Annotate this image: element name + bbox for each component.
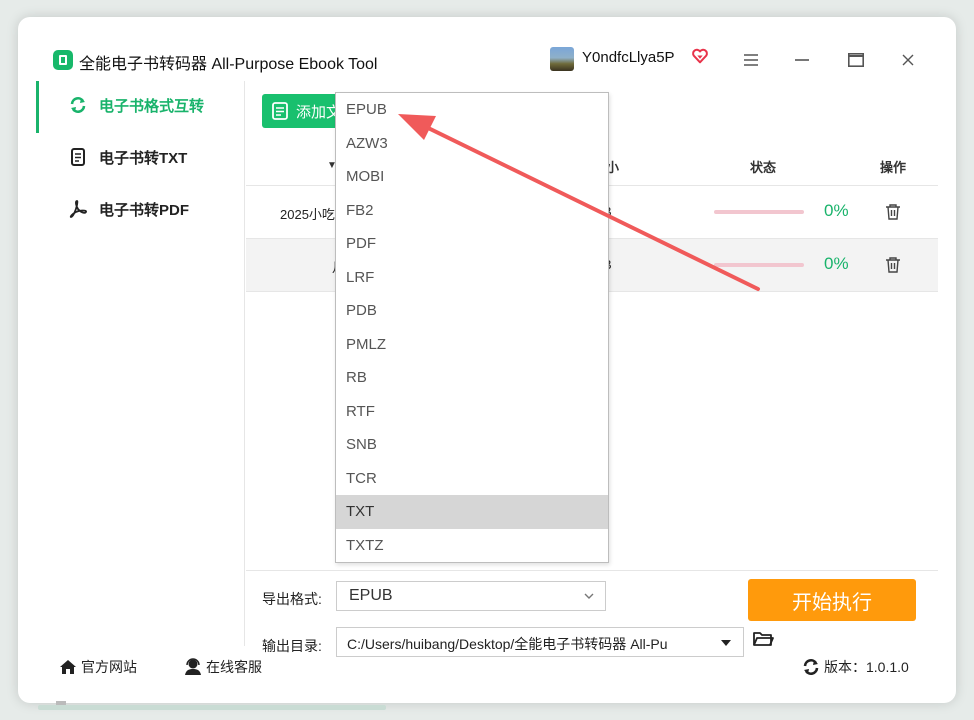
format-option[interactable]: TCR	[336, 462, 608, 496]
format-option[interactable]: PMLZ	[336, 328, 608, 362]
format-option-highlighted[interactable]: TXT	[336, 495, 608, 529]
column-action: 操作	[880, 160, 907, 175]
format-option[interactable]: PDB	[336, 294, 608, 328]
document-icon	[68, 147, 88, 167]
minimize-icon	[795, 59, 809, 61]
file-name: 2025小吃	[280, 207, 335, 222]
menu-button[interactable]	[740, 49, 762, 71]
delete-icon[interactable]	[885, 256, 901, 274]
support-label: 在线客服	[206, 659, 262, 675]
title-bar: 全能电子书转码器 All-Purpose Ebook Tool Y0ndfcLl…	[18, 17, 956, 81]
version-label: 版本：1.0.1.0	[824, 659, 909, 675]
format-select[interactable]: EPUB	[336, 581, 606, 611]
refresh-icon	[68, 95, 88, 115]
sidebar-item-to-txt[interactable]: 电子书转TXT	[36, 133, 244, 181]
website-label: 官方网站	[81, 659, 137, 675]
progress-percent: 0%	[824, 201, 849, 220]
update-icon	[802, 658, 820, 676]
format-option[interactable]: PDF	[336, 227, 608, 261]
user-name[interactable]: Y0ndfcLlya5P	[582, 49, 675, 66]
close-icon	[902, 54, 914, 66]
minimize-button[interactable]	[791, 49, 813, 71]
format-option[interactable]: SNB	[336, 428, 608, 462]
format-option[interactable]: RB	[336, 361, 608, 395]
format-option[interactable]: TXTZ	[336, 529, 608, 563]
progress-percent: 0%	[824, 254, 849, 273]
official-website-link[interactable]: 官方网站	[59, 657, 137, 677]
maximize-icon	[848, 53, 864, 67]
sidebar-item-label: 电子书格式互转	[99, 97, 205, 115]
delete-icon[interactable]	[885, 203, 901, 221]
sidebar-item-label: 电子书转PDF	[99, 201, 190, 219]
close-button[interactable]	[897, 49, 919, 71]
vip-heart-icon[interactable]	[691, 47, 709, 65]
sidebar-item-label: 电子书转TXT	[99, 149, 188, 167]
pdf-icon	[68, 199, 88, 219]
status-bar: 官方网站 在线客服 版本：1.0.1.0	[18, 645, 956, 685]
taskbar-strip	[38, 705, 386, 710]
format-dropdown-list[interactable]: EPUB AZW3 MOBI FB2 PDF LRF PDB PMLZ RB R…	[335, 92, 609, 563]
format-option[interactable]: EPUB	[336, 93, 608, 127]
app-logo-icon	[53, 50, 73, 70]
online-support-link[interactable]: 在线客服	[184, 657, 262, 677]
format-selected-value: EPUB	[349, 587, 393, 604]
format-option[interactable]: FB2	[336, 194, 608, 228]
user-avatar[interactable]	[550, 47, 574, 71]
start-button[interactable]: 开始执行	[748, 579, 916, 621]
version-info[interactable]: 版本：1.0.1.0	[802, 657, 909, 677]
format-option[interactable]: RTF	[336, 395, 608, 429]
format-option[interactable]: MOBI	[336, 160, 608, 194]
sidebar-item-format-convert[interactable]: 电子书格式互转	[36, 81, 244, 133]
home-icon	[59, 658, 77, 676]
sidebar-item-to-pdf[interactable]: 电子书转PDF	[36, 185, 244, 233]
progress-bar	[714, 263, 804, 267]
app-title: 全能电子书转码器 All-Purpose Ebook Tool	[79, 56, 378, 73]
progress-bar	[714, 210, 804, 214]
hamburger-icon	[744, 54, 758, 66]
format-option[interactable]: AZW3	[336, 127, 608, 161]
add-file-icon	[272, 102, 288, 120]
column-status: 状态	[750, 160, 777, 175]
support-agent-icon	[184, 658, 202, 676]
format-option[interactable]: LRF	[336, 261, 608, 295]
sidebar: 电子书格式互转 电子书转TXT 电子书转PDF	[36, 81, 245, 705]
maximize-button[interactable]	[845, 49, 867, 71]
chevron-down-icon	[584, 593, 594, 599]
format-label: 导出格式:	[262, 591, 322, 607]
